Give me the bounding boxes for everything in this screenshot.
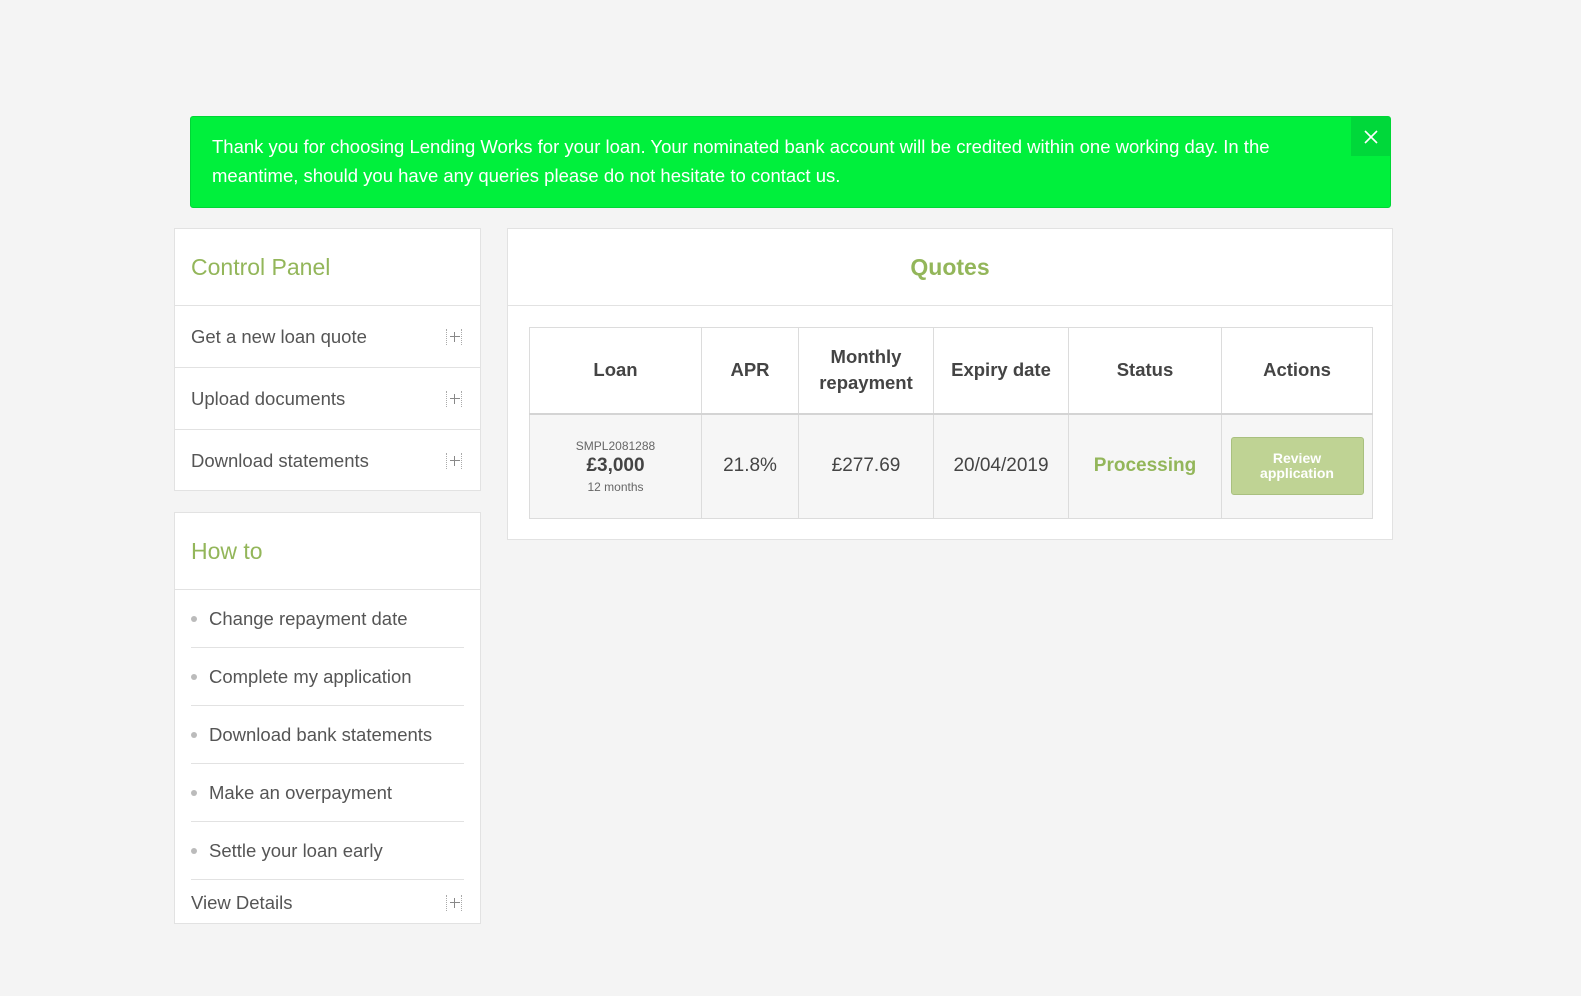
how-to-item-complete-application[interactable]: Complete my application [191, 648, 464, 706]
column-header-loan: Loan [529, 327, 702, 414]
how-to-item-label: Change repayment date [209, 607, 408, 629]
column-header-apr: APR [701, 327, 799, 414]
control-panel-item-download-statements[interactable]: Download statements [175, 430, 480, 492]
quotes-panel: Quotes Loan APR Monthly repayment Expiry… [507, 228, 1393, 540]
status-badge: Processing [1093, 455, 1197, 477]
monthly-repayment-cell: £277.69 [798, 413, 934, 519]
column-header-monthly-repayment: Monthly repayment [798, 327, 934, 414]
view-details-button[interactable]: View Details [175, 880, 480, 926]
actions-cell: Review application [1221, 413, 1373, 519]
control-panel-item-upload-documents[interactable]: Upload documents [175, 368, 480, 430]
expand-plus-icon [446, 895, 462, 911]
quotes-table: Loan APR Monthly repayment Expiry date S… [529, 327, 1373, 519]
how-to-item-label: Make an overpayment [209, 781, 393, 803]
close-icon [1363, 129, 1378, 144]
control-panel-item-new-loan-quote[interactable]: Get a new loan quote [175, 306, 480, 368]
bullet-icon [191, 673, 197, 680]
expiry-date-cell: 20/04/2019 [933, 413, 1069, 519]
expand-plus-icon [446, 328, 462, 345]
review-application-label-line2: application [1260, 465, 1334, 482]
control-panel-item-label: Download statements [191, 450, 369, 471]
table-header-row: Loan APR Monthly repayment Expiry date S… [529, 327, 1373, 414]
column-header-expiry-date: Expiry date [933, 327, 1069, 414]
alert-message: Thank you for choosing Lending Works for… [212, 136, 1270, 186]
how-to-list: Change repayment date Complete my applic… [175, 590, 480, 880]
how-to-item-label: Complete my application [209, 665, 412, 687]
how-to-item-make-overpayment[interactable]: Make an overpayment [191, 764, 464, 822]
how-to-item-label: Download bank statements [209, 723, 433, 745]
apr-cell: 21.8% [701, 413, 799, 519]
success-alert: Thank you for choosing Lending Works for… [190, 116, 1391, 208]
review-application-button[interactable]: Review application [1230, 437, 1364, 496]
how-to-item-change-repayment-date[interactable]: Change repayment date [191, 590, 464, 648]
control-panel-title: Control Panel [175, 229, 480, 306]
how-to-panel: How to Change repayment date Complete my… [174, 512, 481, 924]
bullet-icon [191, 789, 197, 796]
column-header-status: Status [1068, 327, 1222, 414]
expand-plus-icon [446, 390, 462, 407]
loan-term: 12 months [587, 479, 644, 494]
table-row: SMPL2081288 £3,000 12 months 21.8% £277.… [529, 413, 1373, 519]
column-header-actions: Actions [1221, 327, 1373, 414]
how-to-title: How to [175, 513, 480, 590]
loan-reference: SMPL2081288 [575, 438, 656, 453]
status-cell: Processing [1068, 413, 1222, 519]
column-header-monthly-repayment-label: Monthly repayment [819, 346, 913, 394]
bullet-icon [191, 847, 197, 854]
control-panel: Control Panel Get a new loan quote Uploa… [174, 228, 481, 491]
loan-cell: SMPL2081288 £3,000 12 months [529, 413, 702, 519]
how-to-item-label: Settle your loan early [209, 839, 383, 861]
bullet-icon [191, 731, 197, 738]
review-application-label-line1: Review [1272, 450, 1322, 467]
control-panel-item-label: Get a new loan quote [191, 325, 367, 347]
view-details-label: View Details [191, 892, 293, 913]
expand-plus-icon [446, 453, 462, 469]
loan-amount: £3,000 [586, 454, 645, 476]
alert-close-button[interactable] [1351, 117, 1390, 156]
how-to-item-download-bank-statements[interactable]: Download bank statements [191, 706, 464, 764]
quotes-title: Quotes [508, 229, 1392, 306]
control-panel-item-label: Upload documents [191, 387, 346, 409]
how-to-item-settle-loan-early[interactable]: Settle your loan early [191, 822, 464, 880]
bullet-icon [191, 615, 197, 622]
